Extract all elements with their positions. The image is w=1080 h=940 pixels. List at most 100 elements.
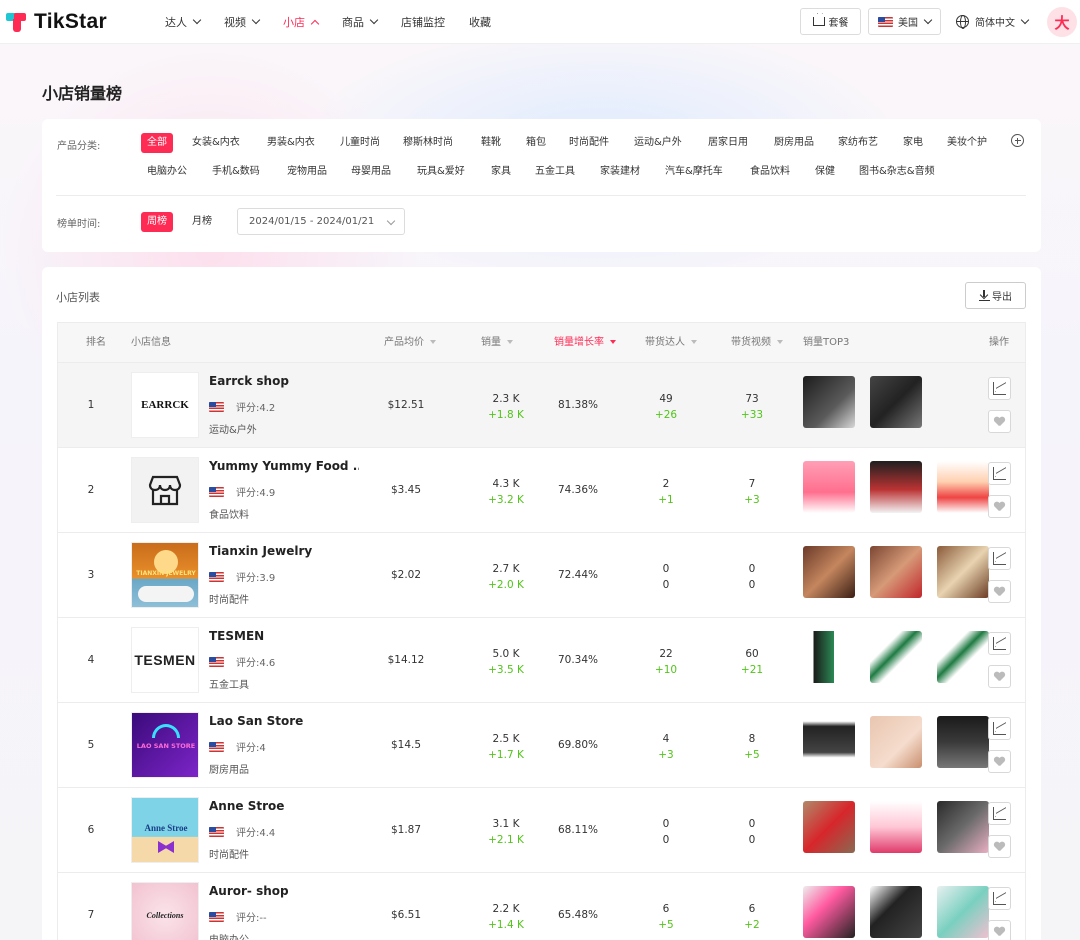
category-chip[interactable]: 食品饮料: [744, 162, 796, 182]
shop-logo[interactable]: Collections: [131, 882, 199, 940]
product-thumbnail[interactable]: [803, 716, 855, 768]
category-chip[interactable]: 图书&杂志&音频: [853, 162, 941, 182]
language-select[interactable]: 简体中文: [956, 14, 1030, 29]
product-thumbnail[interactable]: [937, 631, 989, 683]
expand-categories-icon[interactable]: [1011, 134, 1024, 147]
col-videos[interactable]: 带货视频: [731, 323, 783, 363]
product-thumbnail[interactable]: [870, 546, 922, 598]
period-monthly-tab[interactable]: 月榜: [186, 212, 218, 232]
category-chip[interactable]: 玩具&爱好: [411, 162, 471, 182]
col-sales[interactable]: 销量: [481, 323, 513, 363]
category-chip[interactable]: 母婴用品: [345, 162, 397, 182]
trend-chart-button[interactable]: [988, 462, 1011, 485]
nav-item-favorites[interactable]: 收藏: [469, 14, 491, 30]
favorite-button[interactable]: [988, 920, 1011, 940]
nav-item-shop[interactable]: 小店: [283, 14, 320, 30]
period-weekly-tab[interactable]: 周榜: [141, 212, 173, 232]
category-chip[interactable]: 全部: [141, 133, 173, 153]
trend-chart-button[interactable]: [988, 717, 1011, 740]
col-growth[interactable]: 销量增长率: [554, 323, 616, 363]
category-chip[interactable]: 家电: [897, 133, 929, 153]
export-button[interactable]: 导出: [965, 282, 1026, 309]
shop-logo[interactable]: TIANXIN JEWELRY: [131, 542, 199, 608]
trend-chart-button[interactable]: [988, 887, 1011, 910]
product-thumbnail[interactable]: [803, 886, 855, 938]
category-chip[interactable]: 穆斯林时尚: [397, 133, 459, 153]
shop-name[interactable]: Yummy Yummy Food ...: [209, 459, 359, 473]
product-thumbnail[interactable]: [803, 461, 855, 513]
table-row[interactable]: 4 TESMEN TESMEN 评分:4.6 五金工具 $14.12 5.0 K +3.5 K…: [58, 618, 1025, 703]
col-kol[interactable]: 带货达人: [645, 323, 697, 363]
category-chip[interactable]: 家具: [485, 162, 517, 182]
category-chip[interactable]: 保健: [809, 162, 841, 182]
product-thumbnail[interactable]: [937, 716, 989, 768]
product-thumbnail[interactable]: [870, 801, 922, 853]
shop-logo[interactable]: [131, 457, 199, 523]
nav-item-product[interactable]: 商品: [342, 14, 379, 30]
shop-logo[interactable]: TESMEN: [131, 627, 199, 693]
nav-item-shop-monitor[interactable]: 店铺监控: [401, 14, 445, 30]
nav-item-kol[interactable]: 达人: [165, 14, 202, 30]
category-chip[interactable]: 五金工具: [529, 162, 581, 182]
category-chip[interactable]: 宠物用品: [281, 162, 333, 182]
product-thumbnail[interactable]: [937, 461, 989, 513]
category-chip[interactable]: 儿童时尚: [334, 133, 386, 153]
favorite-button[interactable]: [988, 665, 1011, 688]
product-thumbnail[interactable]: [870, 461, 922, 513]
shop-name[interactable]: Tianxin Jewelry: [209, 544, 312, 558]
shop-name[interactable]: Auror- shop: [209, 884, 289, 898]
avatar[interactable]: 大: [1047, 7, 1077, 37]
category-chip[interactable]: 美妆个护: [941, 133, 993, 153]
nav-item-video[interactable]: 视频: [224, 14, 261, 30]
table-row[interactable]: 2 Yummy Yummy Food ... 评分:4.9 食品饮料 $3.45 4.3 …: [58, 448, 1025, 533]
table-row[interactable]: 5 LAO SAN STORE Lao San Store 评分:4 厨房用品 $14.5…: [58, 703, 1025, 788]
product-thumbnail[interactable]: [870, 631, 922, 683]
category-chip[interactable]: 居家日用: [702, 133, 754, 153]
product-thumbnail[interactable]: [937, 546, 989, 598]
product-thumbnail[interactable]: [803, 376, 855, 428]
table-row[interactable]: 1 EARRCK Earrck shop 评分:4.2 运动&户外 $12.51 2.3 K…: [58, 363, 1025, 448]
category-chip[interactable]: 家纺布艺: [832, 133, 884, 153]
product-thumbnail[interactable]: [803, 801, 855, 853]
product-thumbnail[interactable]: [870, 716, 922, 768]
trend-chart-button[interactable]: [988, 547, 1011, 570]
shop-logo[interactable]: EARRCK: [131, 372, 199, 438]
shop-logo[interactable]: LAO SAN STORE: [131, 712, 199, 778]
shop-logo[interactable]: Anne Stroe: [131, 797, 199, 863]
favorite-button[interactable]: [988, 410, 1011, 433]
table-row[interactable]: 6 Anne Stroe Anne Stroe 评分:4.4 时尚配件 $1.87 3.1 …: [58, 788, 1025, 873]
date-range-select[interactable]: 2024/01/15 - 2024/01/21: [237, 208, 405, 235]
category-chip[interactable]: 厨房用品: [768, 133, 820, 153]
product-thumbnail[interactable]: [937, 801, 989, 853]
category-chip[interactable]: 手机&数码: [206, 162, 266, 182]
trend-chart-button[interactable]: [988, 632, 1011, 655]
shop-name[interactable]: TESMEN: [209, 629, 264, 643]
table-row[interactable]: 3 TIANXIN JEWELRY Tianxin Jewelry 评分:3.9 时尚配…: [58, 533, 1025, 618]
brand-logo[interactable]: TikStar: [6, 10, 107, 34]
trend-chart-button[interactable]: [988, 802, 1011, 825]
col-price[interactable]: 产品均价: [384, 323, 436, 363]
category-chip[interactable]: 女装&内衣: [186, 133, 246, 153]
category-chip[interactable]: 时尚配件: [563, 133, 615, 153]
product-thumbnail[interactable]: [937, 886, 989, 938]
category-chip[interactable]: 汽车&摩托车: [659, 162, 729, 182]
shop-name[interactable]: Anne Stroe: [209, 799, 284, 813]
favorite-button[interactable]: [988, 580, 1011, 603]
trend-chart-button[interactable]: [988, 377, 1011, 400]
category-chip[interactable]: 家装建材: [594, 162, 646, 182]
category-chip[interactable]: 鞋靴: [475, 133, 507, 153]
region-select[interactable]: 美国: [868, 8, 941, 35]
shop-name[interactable]: Earrck shop: [209, 374, 289, 388]
favorite-button[interactable]: [988, 835, 1011, 858]
favorite-button[interactable]: [988, 750, 1011, 773]
plan-button[interactable]: 套餐: [800, 8, 861, 35]
product-thumbnail[interactable]: [803, 631, 855, 683]
favorite-button[interactable]: [988, 495, 1011, 518]
shop-name[interactable]: Lao San Store: [209, 714, 303, 728]
category-chip[interactable]: 运动&户外: [628, 133, 688, 153]
category-chip[interactable]: 男装&内衣: [261, 133, 321, 153]
category-chip[interactable]: 箱包: [520, 133, 552, 153]
product-thumbnail[interactable]: [803, 546, 855, 598]
table-row[interactable]: 7 Collections Auror- shop 评分:-- 电脑办公 $6.51 2.2…: [58, 873, 1025, 940]
product-thumbnail[interactable]: [870, 886, 922, 938]
